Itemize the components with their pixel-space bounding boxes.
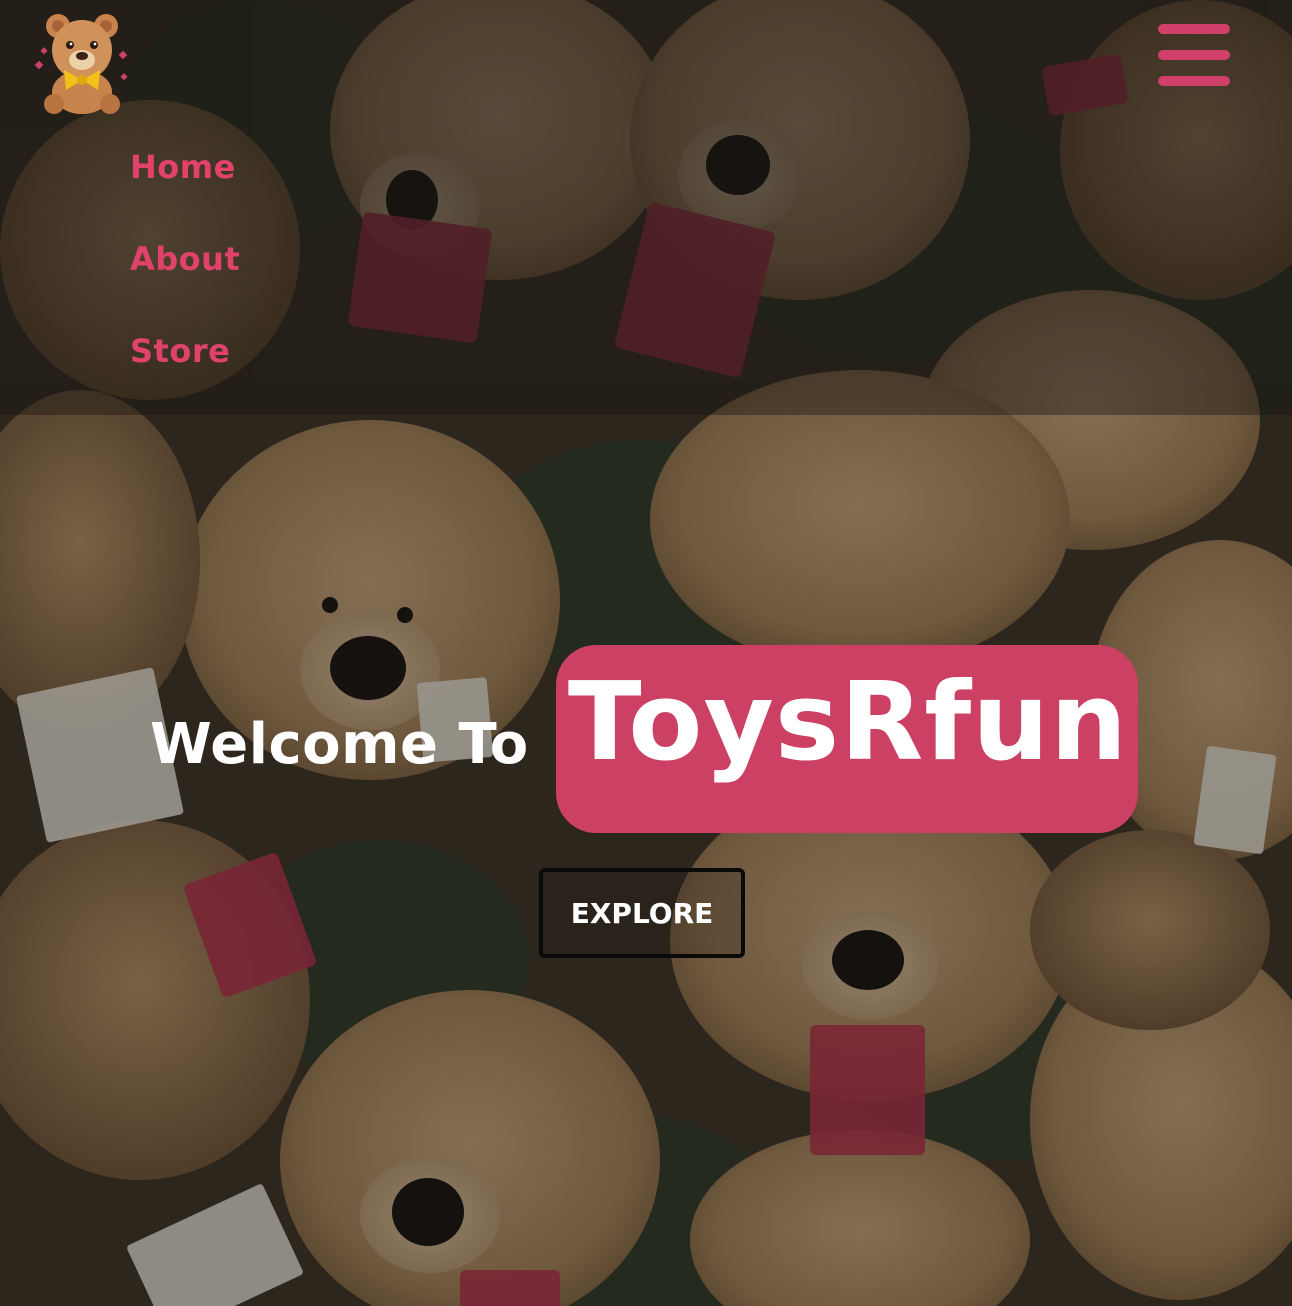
- explore-button[interactable]: EXPLORE: [539, 868, 745, 958]
- hamburger-menu-icon[interactable]: [1158, 24, 1232, 88]
- hero-brand-name: ToysRfun: [567, 660, 1129, 785]
- nav-link-about[interactable]: About: [130, 240, 240, 278]
- hero-welcome-text: Welcome To: [150, 712, 529, 777]
- nav-link-store[interactable]: Store: [130, 332, 230, 370]
- menu-bar-middle: [1158, 50, 1230, 60]
- landing-page: Home About Store Welcome To ToysRfun EXP…: [0, 0, 1292, 1306]
- menu-bar-bottom: [1158, 76, 1230, 86]
- teddy-bear-logo[interactable]: [34, 12, 130, 116]
- menu-bar-top: [1158, 24, 1230, 34]
- nav-link-home[interactable]: Home: [130, 148, 236, 186]
